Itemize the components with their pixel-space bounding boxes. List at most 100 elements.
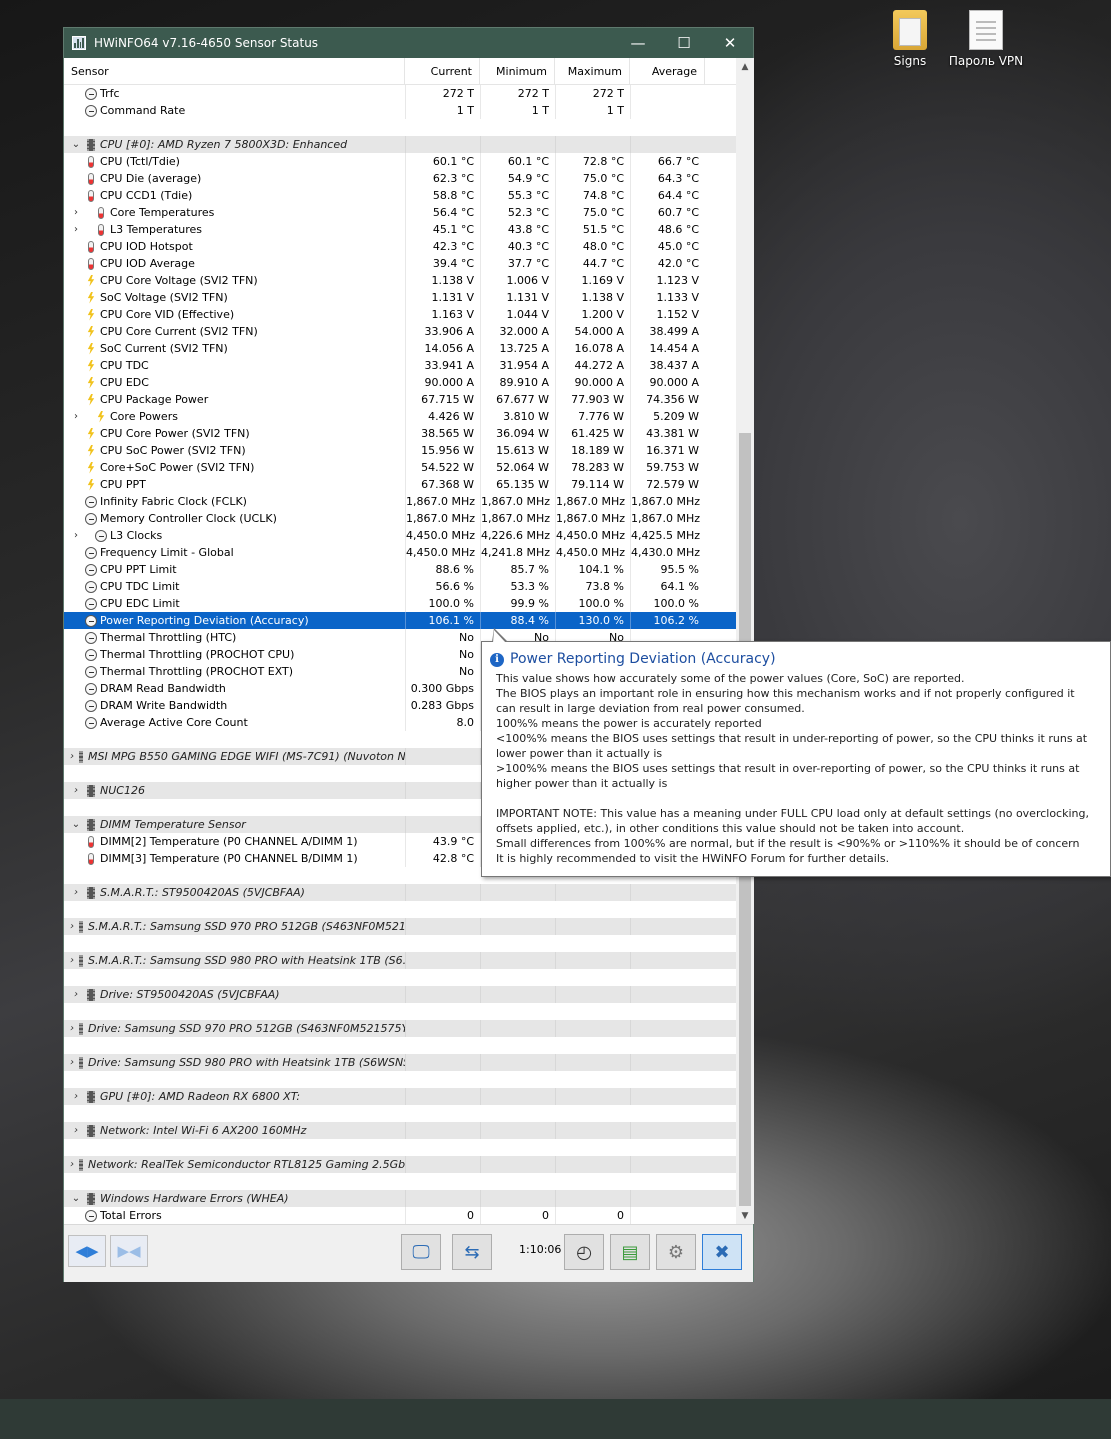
sensor-section-header[interactable]: › GPU [#0]: AMD Radeon RX 6800 XT: [64, 1088, 736, 1105]
sensor-row[interactable]: Core+SoC Power (SVI2 TFN) 54.522 W 52.064 … [64, 459, 736, 476]
exit-button[interactable]: ✖ [702, 1234, 742, 1270]
sensor-label: GPU [#0]: AMD Radeon RX 6800 XT: [100, 1090, 301, 1103]
column-header-maximum[interactable]: Maximum [555, 58, 630, 84]
sensor-row[interactable]: SoC Voltage (SVI2 TFN) 1.131 V 1.131 V 1.13… [64, 289, 736, 306]
sensor-section-header[interactable]: ⌄ CPU [#0]: AMD Ryzen 7 5800X3D: Enhanced [64, 136, 736, 153]
sensor-row[interactable]: Command Rate 1 T1 T1 T [64, 102, 736, 119]
maximize-button[interactable]: ☐ [661, 28, 707, 58]
expand-chevron-icon[interactable]: › [70, 748, 74, 765]
sensor-section-header[interactable]: › Drive: Samsung SSD 980 PRO with Heatsin… [64, 1054, 736, 1071]
column-header-sensor[interactable]: Sensor [64, 58, 405, 84]
taskbar [0, 1399, 1111, 1439]
sensor-section-header[interactable]: › Drive: Samsung SSD 970 PRO 512GB (S463N… [64, 1020, 736, 1037]
sensor-row[interactable]: CPU TDC 33.941 A 31.954 A 44.272 A 38.437 A [64, 357, 736, 374]
sensor-row[interactable]: SoC Current (SVI2 TFN) 14.056 A 13.725 A 16… [64, 340, 736, 357]
sensor-row[interactable]: CPU TDC Limit 56.6 % 53.3 % 73.8 % 64.1 % [64, 578, 736, 595]
current-value [405, 986, 480, 1003]
thermometer-icon [88, 240, 94, 253]
close-button[interactable]: ✕ [707, 28, 753, 58]
sensor-group-row[interactable]: › Core Temperatures 56.4 °C 52.3 °C 75.0 °C 6… [64, 204, 736, 221]
minimum-value: 1,867.0 MHz [480, 493, 555, 510]
sensor-row[interactable]: Infinity Fabric Clock (FCLK) 1,867.0 MHz 1… [64, 493, 736, 510]
sensor-group-row[interactable]: › L3 Temperatures 45.1 °C 43.8 °C 51.5 °C 48.… [64, 221, 736, 238]
sensor-row[interactable]: CPU IOD Hotspot 42.3 °C 40.3 °C 48.0 °C 45.0… [64, 238, 736, 255]
maximum-value [555, 136, 630, 153]
sensor-section-header[interactable]: › S.M.A.R.T.: Samsung SSD 970 PRO 512GB (… [64, 918, 736, 935]
column-header-minimum[interactable]: Minimum [480, 58, 555, 84]
collapse-chevron-icon[interactable]: ⌄ [70, 1190, 82, 1207]
sensor-section-header[interactable]: ⌄ Windows Hardware Errors (WHEA) [64, 1190, 736, 1207]
expand-chevron-icon[interactable]: › [70, 408, 82, 425]
tooltip-body: This value shows how accurately some of … [496, 671, 1096, 866]
expand-chevron-icon[interactable]: › [70, 782, 82, 799]
collapse-chevron-icon[interactable]: ⌄ [70, 816, 82, 833]
expand-chevron-icon[interactable]: › [70, 952, 74, 969]
sensor-row[interactable]: CPU Die (average) 62.3 °C 54.9 °C 75.0 °C 64… [64, 170, 736, 187]
reset-timer-button[interactable]: ◴ [564, 1234, 604, 1270]
logging-button[interactable]: ▤ [610, 1234, 650, 1270]
settings-button[interactable]: ⚙ [656, 1234, 696, 1270]
sensor-row[interactable]: CPU Core Power (SVI2 TFN) 38.565 W 36.094 … [64, 425, 736, 442]
sensor-group-row[interactable]: › L3 Clocks 4,450.0 MHz 4,226.6 MHz 4,450.0 … [64, 527, 736, 544]
expand-chevron-icon[interactable]: › [70, 221, 82, 238]
sensor-row[interactable]: CPU CCD1 (Tdie) 58.8 °C 55.3 °C 74.8 °C 64.4… [64, 187, 736, 204]
column-header-current[interactable]: Current [405, 58, 480, 84]
network-button[interactable]: ⇆ [452, 1234, 492, 1270]
sensor-section-header[interactable]: › Drive: ST9500420AS (5VJCBFAA) [64, 986, 736, 1003]
column-header-average[interactable]: Average [630, 58, 705, 84]
sensor-row[interactable]: CPU EDC Limit 100.0 % 99.9 % 100.0 % 100.0 % [64, 595, 736, 612]
current-value: 4.426 W [405, 408, 480, 425]
sensor-row[interactable]: CPU Core Current (SVI2 TFN) 33.906 A 32.00… [64, 323, 736, 340]
sensor-row[interactable]: Power Reporting Deviation (Accuracy) 106.… [64, 612, 736, 629]
minimize-button[interactable]: — [615, 28, 661, 58]
expand-left-right-button[interactable]: ◀▶ [68, 1235, 106, 1267]
expand-chevron-icon[interactable]: › [70, 986, 82, 1003]
sensor-row[interactable]: Memory Controller Clock (UCLK) 1,867.0 MH… [64, 510, 736, 527]
expand-chevron-icon[interactable]: › [70, 1156, 74, 1173]
sensor-row[interactable]: CPU SoC Power (SVI2 TFN) 15.956 W 15.613 W… [64, 442, 736, 459]
add-log-document-icon: ▤ [621, 1241, 639, 1263]
sensor-label: SoC Current (SVI2 TFN) [100, 342, 228, 355]
scroll-down-arrow-icon[interactable]: ▼ [736, 1207, 754, 1224]
expand-chevron-icon[interactable]: › [70, 1020, 74, 1037]
sensor-label: MSI MPG B550 GAMING EDGE WIFI (MS-7C91) … [88, 750, 405, 763]
sensor-row[interactable]: CPU Package Power 67.715 W 67.677 W 77.903 … [64, 391, 736, 408]
gauge-icon [85, 104, 97, 117]
sensor-section-header[interactable]: › S.M.A.R.T.: Samsung SSD 980 PRO with He… [64, 952, 736, 969]
expand-chevron-icon[interactable]: › [70, 1054, 74, 1071]
desktop-icon-vpn-password[interactable]: Пароль VPN [946, 10, 1026, 68]
expand-chevron-icon[interactable]: › [70, 884, 82, 901]
sensor-group-row[interactable]: › Core Powers 4.426 W 3.810 W 7.776 W 5.209 W [64, 408, 736, 425]
expand-chevron-icon[interactable]: › [70, 204, 82, 221]
sensor-row[interactable]: Frequency Limit - Global 4,450.0 MHz 4,241… [64, 544, 736, 561]
title-bar[interactable]: HWiNFO64 v7.16-4650 Sensor Status — ☐ ✕ [64, 28, 753, 58]
minimum-value: 3.810 W [480, 408, 555, 425]
maximum-value: 1.138 V [555, 289, 630, 306]
sensor-row[interactable]: Total Errors 0 0 0 [64, 1207, 736, 1224]
sensor-row[interactable]: CPU PPT 67.368 W 65.135 W 79.114 W 72.579 W [64, 476, 736, 493]
expand-chevron-icon[interactable]: › [70, 1122, 82, 1139]
sensor-section-header[interactable]: › Network: Intel Wi-Fi 6 AX200 160MHz [64, 1122, 736, 1139]
sensor-row[interactable]: CPU IOD Average 39.4 °C 37.7 °C 44.7 °C 42.0… [64, 255, 736, 272]
sensor-row[interactable]: CPU Core VID (Effective) 1.163 V 1.044 V 1.… [64, 306, 736, 323]
sensor-monitor-button[interactable]: 🖵 [401, 1234, 441, 1270]
current-value: 1.131 V [405, 289, 480, 306]
sensor-row[interactable]: Trfc 272 T 272 T 272 T [64, 85, 736, 102]
expand-chevron-icon[interactable]: › [70, 527, 82, 544]
sensor-row[interactable]: CPU Core Voltage (SVI2 TFN) 1.138 V 1.006 … [64, 272, 736, 289]
chip-icon [87, 818, 95, 831]
lightning-bolt-icon [87, 393, 95, 406]
sensor-section-header[interactable]: › S.M.A.R.T.: ST9500420AS (5VJCBFAA) [64, 884, 736, 901]
sensor-row[interactable]: CPU (Tctl/Tdie) 60.1 °C 60.1 °C 72.8 °C 66.7… [64, 153, 736, 170]
expand-chevron-icon[interactable]: › [70, 1088, 82, 1105]
lightning-bolt-icon [87, 291, 95, 304]
sensor-section-header[interactable]: › Network: RealTek Semiconductor RTL8125 … [64, 1156, 736, 1173]
expand-chevron-icon[interactable]: › [70, 918, 74, 935]
sensor-row[interactable]: CPU PPT Limit 88.6 % 85.7 % 104.1 % 95.5 % [64, 561, 736, 578]
scroll-up-arrow-icon[interactable]: ▲ [736, 58, 754, 75]
average-value: 59.753 W [630, 459, 705, 476]
sensor-row[interactable]: CPU EDC 90.000 A 89.910 A 90.000 A 90.000 A [64, 374, 736, 391]
collapse-left-right-button[interactable]: ▶◀ [110, 1235, 148, 1267]
desktop-icon-signs[interactable]: Signs [870, 10, 950, 68]
collapse-chevron-icon[interactable]: ⌄ [70, 136, 82, 153]
